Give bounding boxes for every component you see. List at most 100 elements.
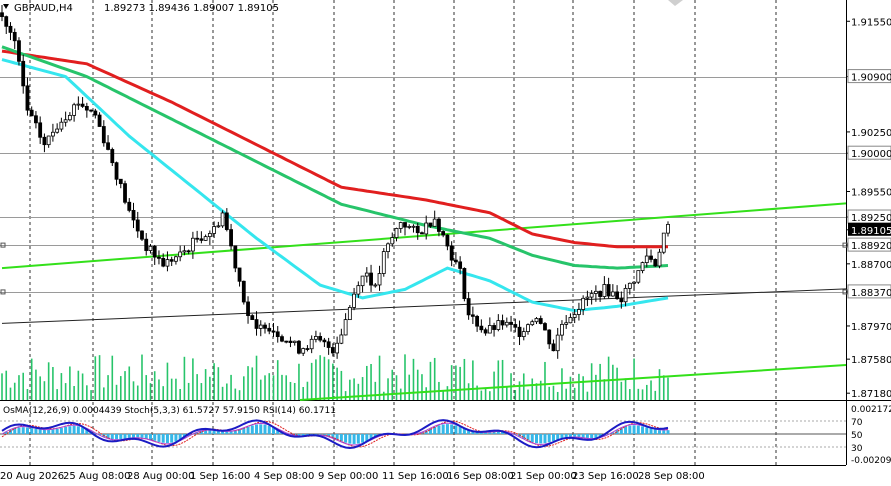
candle-body (152, 245, 157, 258)
time-axis-labels: 20 Aug 202625 Aug 08:0028 Aug 00:001 Sep… (0, 471, 705, 482)
candle-body (207, 233, 212, 238)
candle-body (352, 293, 356, 308)
candle-body (38, 122, 43, 138)
candle-body (246, 301, 250, 316)
candle-body (93, 110, 98, 116)
candle-body (118, 178, 123, 185)
candle-body (63, 119, 68, 123)
candle-body (0, 12, 4, 18)
candle-body (360, 275, 365, 287)
candle-body (526, 324, 530, 332)
candle-body (169, 259, 174, 262)
candle-body (568, 317, 573, 324)
candle-body (72, 104, 77, 116)
candle-body (297, 340, 301, 354)
time-tick-label: 23 Sep 16:00 (572, 471, 639, 482)
candle-body (479, 325, 484, 331)
candle-body (407, 226, 412, 228)
candle-body (280, 336, 284, 342)
candle-body (157, 256, 161, 259)
candle-body (186, 250, 191, 253)
candle-body (161, 257, 166, 267)
candle-body (148, 245, 153, 251)
candle-body (51, 131, 55, 137)
subwindow-scale-label: 30 (851, 444, 863, 454)
time-tick-label: 11 Sep 16:00 (382, 471, 449, 482)
candle-body (653, 259, 658, 267)
time-tick-label: 16 Sep 08:00 (447, 471, 514, 482)
candle-body (254, 319, 259, 329)
candle-body (555, 334, 560, 352)
candle-body (67, 114, 72, 121)
candle-body (322, 339, 327, 343)
time-tick-label: 21 Sep 00:00 (510, 471, 577, 482)
candle-body (496, 320, 501, 330)
subwindow-scale-label: -0.0020921 (851, 456, 891, 466)
candle-body (275, 331, 280, 338)
candle-body (190, 237, 195, 252)
candle-body (589, 293, 594, 298)
candle-body (165, 259, 170, 267)
candle-body (504, 321, 509, 326)
candle-body (4, 16, 9, 27)
candle-body (509, 321, 513, 325)
candle-body (560, 323, 564, 336)
candle-body (492, 325, 496, 330)
candle-body (335, 342, 340, 354)
candle-body (288, 340, 293, 343)
candle-body (364, 272, 369, 277)
candle-body (572, 314, 577, 318)
candle-body (462, 268, 467, 299)
candle-body (301, 348, 306, 354)
candle-body (432, 218, 437, 227)
price-tick-label: 1.88920 (851, 241, 891, 252)
candle-body (216, 225, 221, 228)
time-tick-label: 9 Sep 00:00 (318, 471, 378, 482)
candle-body (475, 315, 480, 327)
candle-body (661, 232, 666, 253)
candle-body (564, 322, 569, 325)
candle-body (377, 273, 382, 286)
price-tick-label: 1.90000 (851, 149, 891, 160)
candle-body (29, 109, 34, 117)
candle-body (233, 245, 238, 269)
candle-body (538, 318, 543, 324)
price-tick-label: 1.89250 (851, 213, 891, 224)
candle-body (551, 343, 556, 352)
subwindow-title: OsMA(12,26,9) 0.0004439 Stoch(5,3,3) 61.… (3, 406, 336, 416)
candle-body (606, 284, 611, 297)
candle-body (458, 261, 463, 269)
candle-body (195, 237, 200, 240)
candle-body (229, 229, 233, 247)
candle-body (411, 225, 416, 228)
candle-body (237, 267, 242, 282)
candle-body (46, 135, 51, 146)
time-tick-label: 28 Aug 00:00 (127, 471, 194, 482)
candle-body (318, 336, 323, 341)
candle-body (284, 340, 289, 343)
chart-header: GBPAUD,H4 1.89273 1.89436 1.89007 1.8910… (3, 3, 279, 14)
candle-body (534, 318, 539, 323)
price-chart[interactable]: 1.91550 1.90900 1.90250 1.90000 1.89550 1.892… (0, 0, 891, 486)
candle-body (271, 330, 276, 333)
candle-body (517, 326, 522, 337)
candle-body (453, 259, 458, 263)
candle-body (250, 315, 255, 320)
candle-body (314, 336, 318, 340)
candle-body (394, 228, 399, 238)
candle-body (577, 309, 581, 315)
candle-body (381, 251, 386, 274)
candle-body (585, 296, 590, 299)
subwindow-scale-label: 50 (851, 431, 863, 441)
candle-body (80, 103, 85, 107)
time-tick-label: 4 Sep 08:00 (254, 471, 314, 482)
candle-body (178, 251, 183, 258)
candle-body (182, 250, 187, 253)
candle-body (466, 298, 471, 316)
candle-body (623, 288, 628, 303)
candle-body (627, 282, 632, 289)
candle-body (398, 222, 403, 229)
candle-body (390, 237, 395, 245)
candle-body (649, 255, 653, 260)
candle-body (602, 284, 607, 297)
